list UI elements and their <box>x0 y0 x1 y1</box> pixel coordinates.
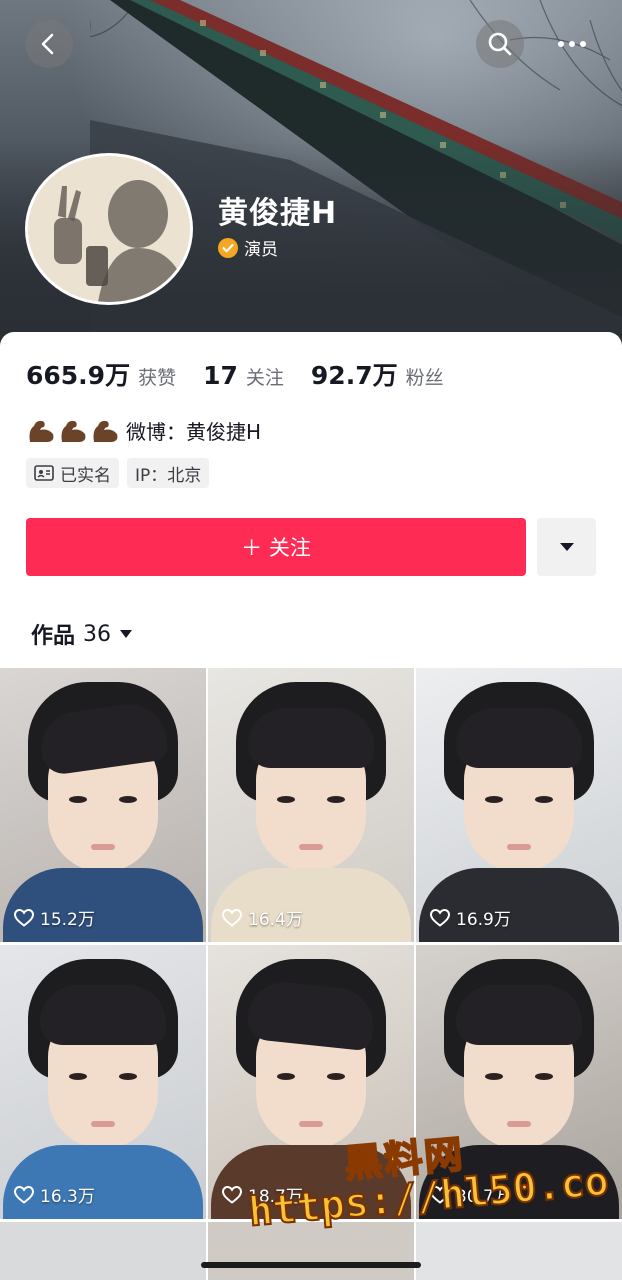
profile-page: 黄俊捷H 演员 665.9万 获赞 17 关注 92.7万 粉丝 微博：黄俊捷H… <box>0 0 622 1280</box>
home-indicator[interactable] <box>201 1262 421 1268</box>
works-tab[interactable]: 作品 36 <box>31 618 133 650</box>
bio: 微博：黄俊捷H <box>26 416 261 445</box>
heart-icon <box>430 908 450 927</box>
video-likes: 15.2万 <box>14 905 95 930</box>
avatar[interactable] <box>25 153 193 305</box>
back-icon <box>41 33 54 55</box>
video-likes-count: 15.2万 <box>40 910 95 930</box>
video-likes: 16.3万 <box>14 1182 95 1207</box>
caret-down-icon <box>559 543 574 551</box>
video-likes: 16.9万 <box>430 905 511 930</box>
flexed-biceps-icons <box>26 418 120 444</box>
profile-stats: 665.9万 获赞 17 关注 92.7万 粉丝 <box>26 356 471 392</box>
followers-count[interactable]: 92.7万 <box>311 356 398 392</box>
id-card-icon <box>34 465 54 481</box>
more-actions-dropdown-button[interactable] <box>537 518 596 576</box>
more-button[interactable] <box>552 20 592 68</box>
flexed-biceps-icon <box>61 420 86 442</box>
profile-name: 黄俊捷H <box>218 196 338 231</box>
more-icon <box>558 41 586 47</box>
video-thumbnail[interactable]: 16.4万 <box>208 668 414 942</box>
back-button[interactable] <box>25 20 73 68</box>
video-thumbnail[interactable]: 16.9万 <box>416 668 622 942</box>
video-likes-count: 16.3万 <box>40 1187 95 1207</box>
search-button[interactable] <box>476 20 524 68</box>
verified-label: 演员 <box>244 240 278 260</box>
video-likes-count: 16.9万 <box>456 910 511 930</box>
followers-label[interactable]: 粉丝 <box>406 363 444 390</box>
avatar-shadow-image <box>28 156 190 302</box>
likes-count: 665.9万 <box>26 361 131 390</box>
verified-badge: 演员 <box>218 235 278 260</box>
works-count: 36 <box>83 621 112 647</box>
works-label: 作品 <box>31 624 76 649</box>
following-label[interactable]: 关注 <box>246 363 284 390</box>
ip-location-label: IP：北京 <box>135 465 202 486</box>
site-watermark: 黑料网 https://hl50.co <box>246 1128 612 1238</box>
real-name-tag: 已实名 <box>26 458 119 488</box>
real-name-label: 已实名 <box>60 465 111 486</box>
ip-location-tag: IP：北京 <box>127 458 210 488</box>
following-count[interactable]: 17 <box>203 361 238 390</box>
heart-icon <box>222 908 242 927</box>
heart-icon <box>14 908 34 927</box>
video-thumbnail[interactable] <box>0 1222 206 1280</box>
caret-down-icon <box>120 630 133 638</box>
heart-icon <box>14 1185 34 1204</box>
video-thumbnail[interactable]: 16.3万 <box>0 945 206 1219</box>
video-thumbnail[interactable]: 15.2万 <box>0 668 206 942</box>
bio-text: 微博：黄俊捷H <box>126 420 262 444</box>
follow-button[interactable]: ＋ 关注 <box>26 518 526 576</box>
heart-icon <box>222 1185 242 1204</box>
profile-header-background: 黄俊捷H 演员 <box>0 0 622 360</box>
video-likes-count: 16.4万 <box>248 910 303 930</box>
flexed-biceps-icon <box>29 420 54 442</box>
search-icon <box>488 32 512 56</box>
video-likes: 16.4万 <box>222 905 303 930</box>
profile-tags: 已实名 IP：北京 <box>26 458 210 488</box>
likes-label: 获赞 <box>138 367 177 389</box>
verified-check-icon <box>218 237 238 258</box>
flexed-biceps-icon <box>93 420 118 442</box>
